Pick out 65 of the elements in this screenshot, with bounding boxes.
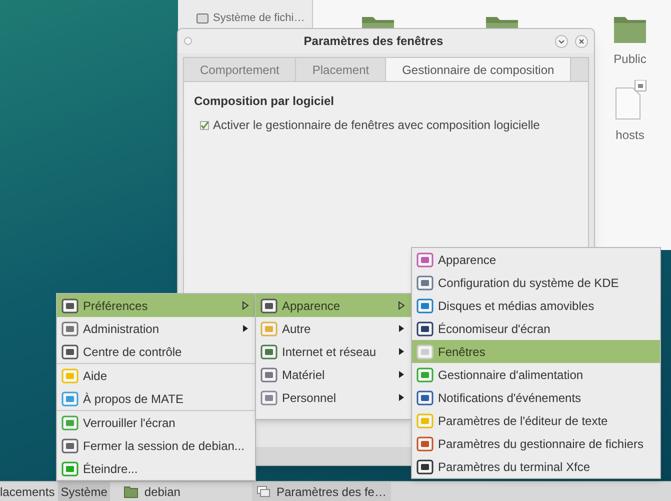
- home-folder-icon: [124, 486, 138, 498]
- locked-file-icon: [613, 80, 647, 120]
- menu-item[interactable]: Centre de contrôle: [57, 340, 255, 363]
- menu-item-icon: [416, 458, 434, 476]
- menu-item-icon: [416, 366, 434, 384]
- section-title: Composition par logiciel: [194, 93, 336, 110]
- menu-item-icon: [61, 414, 79, 432]
- menu-item[interactable]: Paramètres de l'éditeur de texte: [412, 409, 660, 432]
- menu-item-icon: [416, 296, 434, 314]
- drive-icon: [196, 12, 209, 25]
- menu-item-icon: [61, 342, 79, 360]
- menu-item[interactable]: Autre: [256, 317, 411, 340]
- menu-item[interactable]: À propos de MATE: [57, 387, 255, 410]
- panel-menu[interactable]: lacements: [0, 482, 58, 501]
- menu-item-icon: [260, 320, 278, 338]
- window-icon: [257, 486, 270, 497]
- menu-item[interactable]: Économiseur d'écran: [412, 317, 660, 340]
- panel-menu[interactable]: Système: [58, 482, 110, 501]
- menu-item[interactable]: Matériel: [256, 363, 411, 386]
- menu-item-icon: [61, 366, 79, 384]
- menu-item[interactable]: Verrouiller l'écran: [57, 411, 255, 434]
- menu-item-icon: [416, 434, 434, 452]
- menu-item[interactable]: Fermer la session de debian...: [57, 434, 255, 457]
- menu-item[interactable]: Paramètres du terminal Xfce: [412, 455, 660, 478]
- tab[interactable]: Gestionnaire de composition: [386, 58, 572, 81]
- menu-item[interactable]: Éteindre...: [57, 457, 255, 480]
- menu-item[interactable]: Disques et médias amovibles: [412, 294, 660, 317]
- menu-item-icon: [416, 320, 434, 338]
- close-icon[interactable]: [575, 34, 588, 48]
- menu-item-icon: [61, 436, 79, 454]
- menu-item-icon: [416, 412, 434, 430]
- folder-icon: [613, 14, 647, 44]
- menu-item-icon: [61, 460, 79, 478]
- menu-item[interactable]: Administration: [57, 317, 255, 340]
- menu-item-icon: [416, 274, 434, 292]
- panel-launcher[interactable]: debian: [110, 482, 190, 501]
- menu-item-icon: [61, 296, 79, 314]
- file-name[interactable]: hosts: [616, 126, 644, 144]
- menu-item[interactable]: Gestionnaire d'alimentation: [412, 363, 660, 386]
- menu-item-icon: [260, 388, 278, 406]
- menu-item[interactable]: Personnel: [256, 386, 411, 409]
- menu-item-icon: [61, 320, 79, 338]
- menu-item[interactable]: Apparence: [256, 294, 411, 317]
- checkbox-label: Activer le gestionnaire de fenêtres avec composition logicielle: [213, 117, 540, 134]
- menu-item[interactable]: Configuration du système de KDE: [412, 271, 660, 294]
- menu-item-icon: [260, 296, 278, 314]
- menu-item-icon: [260, 342, 278, 360]
- menu-item[interactable]: Apparence: [412, 248, 660, 271]
- window-button[interactable]: Paramètres des fe…: [252, 482, 392, 501]
- sidebar-item[interactable]: Système de fichi…: [196, 10, 311, 26]
- menu-item[interactable]: Paramètres du gestionnaire de fichiers: [412, 432, 660, 455]
- minimize-icon[interactable]: [555, 34, 568, 48]
- menu-item-icon: [61, 390, 79, 408]
- menu-item-icon: [260, 366, 278, 384]
- menu-item-icon: [416, 388, 434, 406]
- checkbox[interactable]: [200, 120, 209, 130]
- window-title: Paramètres des fenêtres: [302, 33, 444, 50]
- menu-item[interactable]: Internet et réseau: [256, 340, 411, 363]
- menu-item[interactable]: Aide: [57, 364, 255, 387]
- menu-item-icon: [416, 250, 434, 268]
- menu-item[interactable]: Préférences: [57, 294, 255, 317]
- file-name[interactable]: Public: [614, 50, 646, 68]
- menu-item[interactable]: Notifications d'événements: [412, 386, 660, 409]
- menu-item-icon: [416, 342, 434, 360]
- menu-item[interactable]: Fenêtres: [412, 340, 660, 363]
